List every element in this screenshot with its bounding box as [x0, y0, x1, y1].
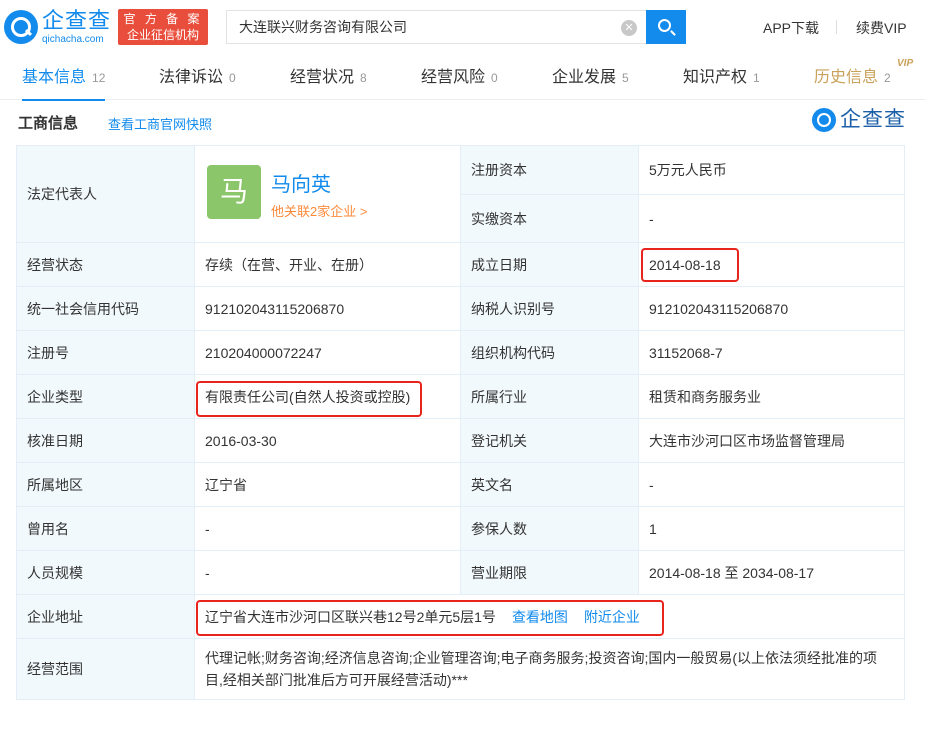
taxpayer-label: 纳税人识别号: [460, 286, 639, 331]
taxpayer-value: 912102043115206870: [638, 286, 905, 331]
former-name-value: -: [194, 506, 461, 551]
renew-vip-link[interactable]: 续费VIP: [856, 18, 907, 38]
region-value: 辽宁省: [194, 462, 461, 507]
tab-count: 8: [360, 71, 367, 85]
tab-label: 知识产权: [683, 69, 748, 86]
highlight-founded-date: [641, 248, 739, 282]
industry-value: 租赁和商务服务业: [638, 374, 905, 419]
badge-line1: 官 方 备 案: [123, 12, 203, 26]
highlight-company-type: [196, 381, 422, 417]
paid-capital-value: -: [638, 194, 905, 243]
reg-capital-value: 5万元人民币: [638, 145, 905, 195]
tab-label: 企业发展: [552, 69, 617, 86]
qichacha-logo[interactable]: 企查查 qichacha.com: [4, 8, 114, 48]
brand-logo: 企查查: [812, 106, 908, 134]
tab-legal[interactable]: 法律诉讼 0: [159, 56, 236, 100]
tab-ip[interactable]: 知识产权 1: [683, 56, 760, 100]
brand-text: 企查查: [840, 108, 906, 131]
tab-label: 基本信息: [22, 69, 87, 86]
scope-label: 经营范围: [16, 638, 195, 700]
status-value: 存续（在营、开业、在册）: [194, 242, 461, 287]
avatar[interactable]: 马: [207, 165, 261, 219]
tab-bar: 基本信息 12 法律诉讼 0 经营状况 8 经营风险 0 企业发展 5 知识产权 1 历史信…: [0, 56, 925, 101]
tab-label: 历史信息: [814, 69, 879, 86]
header-divider: [836, 20, 837, 34]
scope-value: 代理记帐;财务咨询;经济信息咨询;企业管理咨询;电子商务服务;投资咨询;国内一般…: [194, 638, 905, 700]
badge-line2: 企业征信机构: [126, 28, 199, 42]
snapshot-link[interactable]: 查看工商官网快照: [108, 114, 212, 133]
search-input[interactable]: [227, 11, 627, 43]
tab-label: 法律诉讼: [159, 69, 224, 86]
tab-label: 经营风险: [421, 69, 486, 86]
search-button[interactable]: [646, 10, 686, 44]
top-header: 企查查 qichacha.com 官 方 备 案 企业征信机构 ✕ APP下载 …: [0, 0, 925, 56]
former-name-label: 曾用名: [16, 506, 195, 551]
credit-code-label: 统一社会信用代码: [16, 286, 195, 331]
tab-operation[interactable]: 经营状况 8: [290, 56, 367, 100]
logo-icon: [4, 10, 38, 44]
legal-rep-label: 法定代表人: [16, 145, 195, 243]
company-type-label: 企业类型: [16, 374, 195, 419]
legal-rep-name[interactable]: 马向英: [271, 168, 331, 197]
staff-size-label: 人员规模: [16, 550, 195, 595]
staff-size-value: -: [194, 550, 461, 595]
related-companies-link[interactable]: 他关联2家企业 >: [271, 201, 367, 220]
insured-value: 1: [638, 506, 905, 551]
english-name-label: 英文名: [460, 462, 639, 507]
logo-text: 企查查: [42, 8, 112, 33]
app-download-link[interactable]: APP下载: [763, 18, 819, 38]
business-term-value: 2014-08-18 至 2034-08-17: [638, 550, 905, 595]
address-label: 企业地址: [16, 594, 195, 639]
official-badge: 官 方 备 案 企业征信机构: [118, 9, 208, 45]
region-label: 所属地区: [16, 462, 195, 507]
tab-count: 0: [491, 71, 498, 85]
reg-no-value: 210204000072247: [194, 330, 461, 375]
clear-icon[interactable]: ✕: [621, 20, 637, 36]
org-code-value: 31152068-7: [638, 330, 905, 375]
insured-label: 参保人数: [460, 506, 639, 551]
status-label: 经营状态: [16, 242, 195, 287]
section-title: 工商信息: [18, 115, 79, 132]
credit-code-value: 912102043115206870: [194, 286, 461, 331]
vip-tag: VIP: [897, 58, 914, 69]
reg-capital-label: 注册资本: [460, 145, 639, 195]
logo-domain: qichacha.com: [42, 34, 104, 45]
authority-value: 大连市沙河口区市场监督管理局: [638, 418, 905, 463]
tab-basic-info[interactable]: 基本信息 12: [22, 56, 106, 101]
tab-history[interactable]: 历史信息 2: [814, 56, 891, 100]
industry-label: 所属行业: [460, 374, 639, 419]
approved-date-label: 核准日期: [16, 418, 195, 463]
tab-count: 1: [753, 71, 760, 85]
english-name-value: -: [638, 462, 905, 507]
authority-label: 登记机关: [460, 418, 639, 463]
business-term-label: 营业期限: [460, 550, 639, 595]
legal-rep-cell: 马 马向英 他关联2家企业 >: [194, 145, 461, 243]
brand-icon: [812, 108, 836, 132]
search-box: ✕: [226, 10, 646, 44]
tab-risk[interactable]: 经营风险 0: [421, 56, 498, 100]
highlight-address: [196, 600, 664, 636]
tab-count: 5: [622, 71, 629, 85]
tab-label: 经营状况: [290, 69, 355, 86]
founded-label: 成立日期: [460, 242, 639, 287]
search-icon: [658, 19, 671, 32]
tab-count: 2: [884, 71, 891, 85]
org-code-label: 组织机构代码: [460, 330, 639, 375]
tab-development[interactable]: 企业发展 5: [552, 56, 629, 100]
tab-count: 0: [229, 71, 236, 85]
approved-date-value: 2016-03-30: [194, 418, 461, 463]
paid-capital-label: 实缴资本: [460, 194, 639, 243]
reg-no-label: 注册号: [16, 330, 195, 375]
tab-count: 12: [92, 71, 106, 85]
